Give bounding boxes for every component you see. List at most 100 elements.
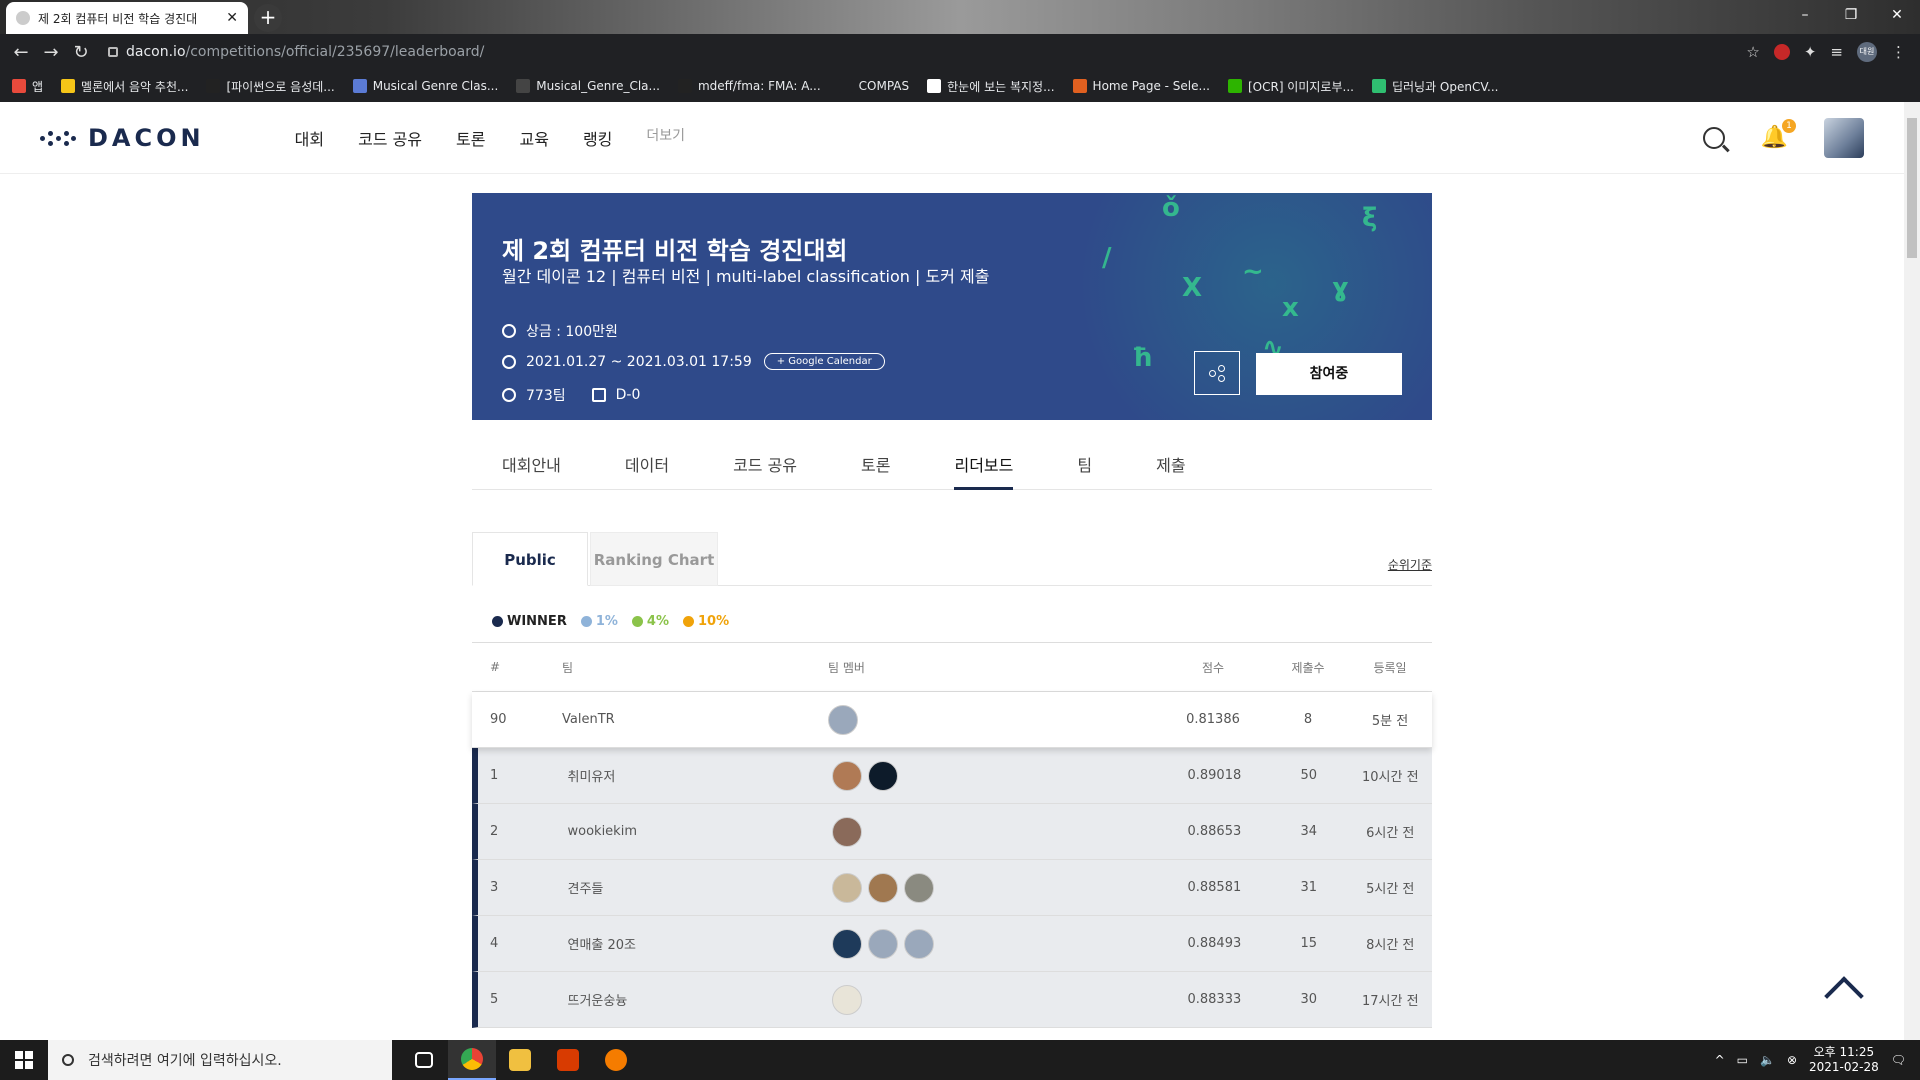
teams-count: 773팀 xyxy=(526,388,566,404)
member-avatar[interactable] xyxy=(867,872,898,903)
nav-competitions[interactable]: 대회 xyxy=(295,126,324,150)
browser-menu-icon[interactable]: ⋮ xyxy=(1891,43,1906,61)
bookmark-item[interactable]: Musical Genre Clas... xyxy=(352,79,498,93)
reload-icon[interactable]: ↻ xyxy=(66,42,96,63)
media-queue-icon[interactable]: ≡ xyxy=(1830,43,1843,61)
table-row[interactable]: 3 견주들 0.88581 31 5시간 전 xyxy=(472,860,1432,916)
notification-bell-icon[interactable]: 🔔 1 xyxy=(1761,119,1796,150)
nav-more[interactable]: 더보기 xyxy=(646,126,685,150)
nav-code-share[interactable]: 코드 공유 xyxy=(358,126,422,150)
member-avatar[interactable] xyxy=(831,928,862,959)
tab-data[interactable]: 데이터 xyxy=(625,452,669,490)
tab-leaderboard[interactable]: 리더보드 xyxy=(954,452,1014,490)
submission-count: 8 xyxy=(1303,712,1313,727)
member-avatar[interactable] xyxy=(903,928,934,959)
search-app-icon[interactable] xyxy=(592,1040,640,1080)
new-tab-button[interactable]: + xyxy=(254,4,282,32)
d-day: D-0 xyxy=(615,387,641,403)
nav-ranking[interactable]: 랭킹 xyxy=(583,126,612,150)
chrome-icon[interactable] xyxy=(448,1040,496,1080)
browser-tab[interactable]: 제 2회 컴퓨터 비전 학습 경진대 ✕ xyxy=(6,2,248,34)
bookmark-item[interactable]: Musical_Genre_Cla... xyxy=(516,79,660,93)
volume-icon[interactable]: 🔈 xyxy=(1760,1053,1775,1067)
bookmark-item[interactable]: Home Page - Sele... xyxy=(1072,79,1210,93)
bookmark-item[interactable]: mdeff/fma: FMA: A... xyxy=(677,79,821,93)
scroll-thumb[interactable] xyxy=(1907,118,1917,258)
legend-label: 10% xyxy=(697,614,730,629)
nav-education[interactable]: 교육 xyxy=(519,126,548,150)
page-scrollbar[interactable] xyxy=(1904,102,1920,1040)
back-icon[interactable]: ← xyxy=(6,42,36,63)
network-icon[interactable]: ▭ xyxy=(1737,1053,1748,1067)
google-calendar-button[interactable]: + Google Calendar xyxy=(763,353,885,370)
taskbar-clock[interactable]: 오후 11:25 2021-02-28 xyxy=(1809,1045,1879,1075)
registered-date: 6시간 전 xyxy=(1366,826,1415,841)
member-avatar[interactable] xyxy=(831,816,862,847)
join-button[interactable]: 참여중 xyxy=(1256,353,1402,395)
share-button[interactable] xyxy=(1194,351,1240,395)
windows-start-icon[interactable] xyxy=(0,1040,48,1080)
bookmark-item[interactable]: COMPAS xyxy=(838,79,909,93)
nav-discussion[interactable]: 토론 xyxy=(456,126,485,150)
rank: 1 xyxy=(490,768,499,783)
dacon-logo[interactable]: DACON xyxy=(40,124,205,152)
office-icon[interactable] xyxy=(544,1040,592,1080)
tab-submit[interactable]: 제출 xyxy=(1156,452,1185,490)
profile-avatar[interactable]: 대원 xyxy=(1857,42,1877,62)
legend-dot-icon xyxy=(682,616,694,627)
search-icon xyxy=(62,1054,74,1066)
member-avatar[interactable] xyxy=(831,872,862,903)
bookmark-label: 딥러닝과 OpenCV... xyxy=(1391,79,1499,94)
tray-chevron-icon[interactable]: ^ xyxy=(1715,1053,1725,1067)
score: 0.88333 xyxy=(1187,992,1242,1007)
table-row[interactable]: 2 wookiekim 0.88653 34 6시간 전 xyxy=(472,804,1432,860)
minimize-icon[interactable]: – xyxy=(1782,0,1828,30)
bookmark-label: 한눈에 보는 복지정... xyxy=(947,79,1055,94)
scroll-to-top-icon[interactable] xyxy=(1824,976,1860,1000)
tab-ranking-chart[interactable]: Ranking Chart xyxy=(590,532,718,586)
bookmark-item[interactable]: [파이썬으로 음성데... xyxy=(206,78,335,95)
bookmark-item[interactable]: 한눈에 보는 복지정... xyxy=(927,78,1055,95)
user-avatar[interactable] xyxy=(1824,117,1864,158)
registered-date: 17시간 전 xyxy=(1361,994,1419,1009)
member-avatar[interactable] xyxy=(903,872,934,903)
ranking-criteria-link[interactable]: 순위기준 xyxy=(1388,556,1432,573)
member-avatar[interactable] xyxy=(867,928,898,959)
team-members xyxy=(831,872,1160,903)
tab-overview[interactable]: 대회안내 xyxy=(502,452,561,490)
action-center-icon[interactable]: 🗨 xyxy=(1891,1053,1906,1067)
url-field[interactable]: dacon.io/competitions/official/235697/le… xyxy=(126,44,484,60)
forward-icon[interactable]: → xyxy=(36,42,66,63)
bookmark-item[interactable]: [OCR] 이미지로부... xyxy=(1227,78,1354,95)
table-row[interactable]: 4 연매출 20조 0.88493 15 8시간 전 xyxy=(472,916,1432,972)
member-avatar[interactable] xyxy=(867,760,898,791)
table-row[interactable]: 1 취미유저 0.89018 50 10시간 전 xyxy=(472,748,1432,804)
table-row[interactable]: 5 뜨거운숭늉 0.88333 30 17시간 전 xyxy=(472,972,1432,1028)
windows-taskbar: 검색하려면 여기에 입력하십시오. ^ ▭ 🔈 ⊗ 오후 11:25 2021-… xyxy=(0,1040,1920,1080)
rank: 3 xyxy=(490,880,499,895)
tab-public[interactable]: Public xyxy=(472,532,588,586)
status-icon[interactable]: ⊗ xyxy=(1787,1053,1797,1067)
my-team-row[interactable]: 90 ValenTR 0.81386 8 5분 전 xyxy=(472,692,1432,748)
member-avatar[interactable] xyxy=(831,760,862,791)
extensions-puzzle-icon[interactable]: ✦ xyxy=(1804,43,1817,61)
col-score: 점수 xyxy=(1201,660,1225,675)
restore-icon[interactable]: ❐ xyxy=(1828,0,1874,30)
member-avatar[interactable] xyxy=(831,984,862,1015)
tab-discussion[interactable]: 토론 xyxy=(861,452,890,490)
close-window-icon[interactable]: ✕ xyxy=(1874,0,1920,30)
tab-team[interactable]: 팀 xyxy=(1077,452,1092,490)
member-avatar[interactable] xyxy=(828,704,858,735)
file-explorer-icon[interactable] xyxy=(496,1040,544,1080)
tab-code-share[interactable]: 코드 공유 xyxy=(733,452,797,490)
search-icon[interactable] xyxy=(1702,126,1725,149)
bookmark-item[interactable]: 딥러닝과 OpenCV... xyxy=(1371,78,1499,95)
bookmark-item[interactable]: 앱 xyxy=(12,78,43,95)
close-tab-icon[interactable]: ✕ xyxy=(226,10,238,26)
bookmark-star-icon[interactable]: ☆ xyxy=(1746,43,1759,61)
taskbar-search[interactable]: 검색하려면 여기에 입력하십시오. xyxy=(48,1040,392,1080)
task-view-icon[interactable] xyxy=(400,1040,448,1080)
col-rank: # xyxy=(490,660,501,674)
extension-icon[interactable] xyxy=(1773,44,1790,60)
bookmark-item[interactable]: 멜론에서 음악 추천... xyxy=(61,78,188,95)
